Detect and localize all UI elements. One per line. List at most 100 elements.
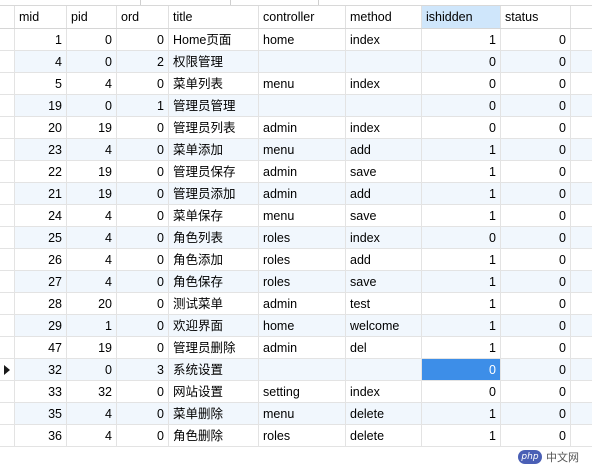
cell-title[interactable]: 菜单列表 — [169, 73, 259, 95]
cell-status[interactable]: 0 — [501, 161, 571, 183]
cell-pid[interactable]: 0 — [67, 51, 117, 73]
cell-controller[interactable]: menu — [259, 205, 346, 227]
cell-ord[interactable]: 0 — [117, 205, 169, 227]
cell-mid[interactable]: 19 — [15, 95, 67, 117]
cell-mid[interactable]: 20 — [15, 117, 67, 139]
cell-ishidden[interactable]: 0 — [422, 117, 501, 139]
cell-ord[interactable]: 0 — [117, 249, 169, 271]
cell-controller[interactable]: admin — [259, 183, 346, 205]
cell-mid[interactable]: 4 — [15, 51, 67, 73]
cell-mid[interactable]: 35 — [15, 403, 67, 425]
table-row[interactable]: 20 19 0 管理员列表 admin index 0 0 — [0, 117, 592, 139]
cell-pid[interactable]: 19 — [67, 117, 117, 139]
table-row[interactable]: 32 0 3 系统设置 0 0 — [0, 359, 592, 381]
cell-title[interactable]: 管理员添加 — [169, 183, 259, 205]
cell-title[interactable]: 系统设置 — [169, 359, 259, 381]
row-indicator[interactable] — [0, 337, 15, 359]
cell-ord[interactable]: 1 — [117, 95, 169, 117]
row-indicator[interactable] — [0, 227, 15, 249]
cell-title[interactable]: 管理员保存 — [169, 161, 259, 183]
cell-ord[interactable]: 0 — [117, 403, 169, 425]
cell-method[interactable]: save — [346, 271, 422, 293]
table-row[interactable]: 19 0 1 管理员管理 0 0 — [0, 95, 592, 117]
row-indicator[interactable] — [0, 29, 15, 51]
cell-mid[interactable]: 27 — [15, 271, 67, 293]
column-header-status[interactable]: status — [501, 6, 571, 28]
cell-controller[interactable]: roles — [259, 425, 346, 447]
row-indicator[interactable] — [0, 293, 15, 315]
cell-method[interactable]: index — [346, 29, 422, 51]
table-row[interactable]: 4 0 2 权限管理 0 0 — [0, 51, 592, 73]
cell-ishidden[interactable]: 1 — [422, 139, 501, 161]
cell-ishidden[interactable]: 1 — [422, 161, 501, 183]
row-indicator[interactable] — [0, 359, 15, 381]
row-indicator[interactable] — [0, 249, 15, 271]
cell-ishidden[interactable]: 0 — [422, 95, 501, 117]
cell-title[interactable]: 菜单保存 — [169, 205, 259, 227]
cell-ord[interactable]: 0 — [117, 161, 169, 183]
table-row[interactable]: 29 1 0 欢迎界面 home welcome 1 0 — [0, 315, 592, 337]
cell-status[interactable]: 0 — [501, 73, 571, 95]
row-indicator[interactable] — [0, 117, 15, 139]
cell-ord[interactable]: 3 — [117, 359, 169, 381]
row-indicator[interactable] — [0, 161, 15, 183]
cell-status[interactable]: 0 — [501, 249, 571, 271]
table-row[interactable]: 21 19 0 管理员添加 admin add 1 0 — [0, 183, 592, 205]
cell-mid[interactable]: 28 — [15, 293, 67, 315]
cell-ishidden[interactable]: 1 — [422, 337, 501, 359]
row-indicator[interactable] — [0, 73, 15, 95]
table-row[interactable]: 22 19 0 管理员保存 admin save 1 0 — [0, 161, 592, 183]
cell-pid[interactable]: 20 — [67, 293, 117, 315]
cell-controller[interactable] — [259, 359, 346, 381]
table-row[interactable]: 47 19 0 管理员删除 admin del 1 0 — [0, 337, 592, 359]
cell-status[interactable]: 0 — [501, 183, 571, 205]
column-header-title[interactable]: title — [169, 6, 259, 28]
cell-method[interactable]: index — [346, 381, 422, 403]
cell-title[interactable]: 角色添加 — [169, 249, 259, 271]
table-row[interactable]: 35 4 0 菜单删除 menu delete 1 0 — [0, 403, 592, 425]
cell-method[interactable]: index — [346, 117, 422, 139]
table-row[interactable]: 33 32 0 网站设置 setting index 0 0 — [0, 381, 592, 403]
cell-status[interactable]: 0 — [501, 359, 571, 381]
cell-title[interactable]: 角色列表 — [169, 227, 259, 249]
cell-mid[interactable]: 47 — [15, 337, 67, 359]
cell-ord[interactable]: 0 — [117, 271, 169, 293]
cell-ishidden[interactable]: 1 — [422, 249, 501, 271]
cell-ishidden[interactable]: 1 — [422, 293, 501, 315]
column-header-controller[interactable]: controller — [259, 6, 346, 28]
cell-status[interactable]: 0 — [501, 315, 571, 337]
cell-pid[interactable]: 1 — [67, 315, 117, 337]
row-indicator[interactable] — [0, 95, 15, 117]
cell-status[interactable]: 0 — [501, 139, 571, 161]
table-row[interactable]: 36 4 0 角色删除 roles delete 1 0 — [0, 425, 592, 447]
cell-pid[interactable]: 0 — [67, 29, 117, 51]
cell-pid[interactable]: 0 — [67, 95, 117, 117]
table-row[interactable]: 25 4 0 角色列表 roles index 0 0 — [0, 227, 592, 249]
cell-mid[interactable]: 32 — [15, 359, 67, 381]
cell-controller[interactable]: roles — [259, 227, 346, 249]
cell-mid[interactable]: 5 — [15, 73, 67, 95]
cell-mid[interactable]: 25 — [15, 227, 67, 249]
cell-controller[interactable]: setting — [259, 381, 346, 403]
cell-status[interactable]: 0 — [501, 381, 571, 403]
cell-ord[interactable]: 0 — [117, 139, 169, 161]
cell-method[interactable]: index — [346, 73, 422, 95]
cell-title[interactable]: 管理员删除 — [169, 337, 259, 359]
cell-ord[interactable]: 0 — [117, 117, 169, 139]
cell-ishidden[interactable]: 0 — [422, 227, 501, 249]
cell-pid[interactable]: 0 — [67, 359, 117, 381]
cell-ishidden[interactable]: 1 — [422, 425, 501, 447]
cell-status[interactable]: 0 — [501, 227, 571, 249]
cell-mid[interactable]: 22 — [15, 161, 67, 183]
cell-status[interactable]: 0 — [501, 95, 571, 117]
cell-method[interactable]: delete — [346, 425, 422, 447]
table-row[interactable]: 23 4 0 菜单添加 menu add 1 0 — [0, 139, 592, 161]
cell-mid[interactable]: 1 — [15, 29, 67, 51]
cell-status[interactable]: 0 — [501, 271, 571, 293]
cell-controller[interactable]: menu — [259, 139, 346, 161]
cell-pid[interactable]: 32 — [67, 381, 117, 403]
row-indicator[interactable] — [0, 381, 15, 403]
cell-ord[interactable]: 0 — [117, 425, 169, 447]
cell-ord[interactable]: 0 — [117, 315, 169, 337]
cell-controller[interactable]: roles — [259, 271, 346, 293]
